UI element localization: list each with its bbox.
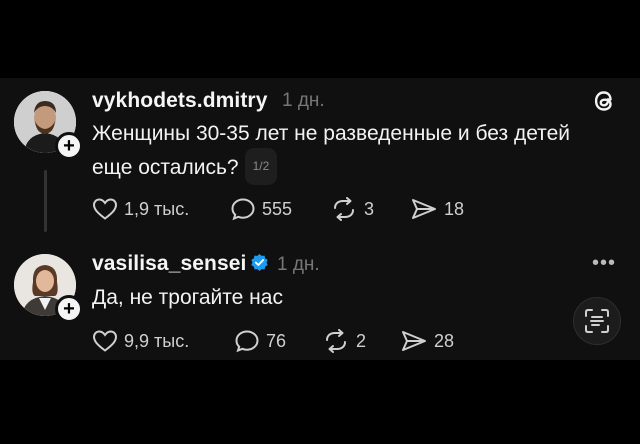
scan-text-icon: [585, 309, 609, 333]
post-text-line-2: еще остались? 1/2: [92, 148, 278, 187]
threads-logo-icon[interactable]: [591, 87, 617, 115]
post-text-line-1: Да, не трогайте нас: [92, 286, 283, 309]
repost-button[interactable]: 3: [330, 197, 374, 221]
repost-count: 2: [356, 330, 367, 351]
repost-count: 3: [364, 198, 375, 219]
post-text-line-2-content: еще остались?: [92, 156, 239, 180]
like-count: 1,9 тыс.: [124, 198, 190, 219]
like-count: 9,9 тыс.: [124, 330, 190, 351]
comment-count: 555: [262, 198, 293, 219]
post-time: 1 дн.: [282, 90, 325, 111]
comment-count: 76: [266, 330, 287, 351]
share-count: 28: [434, 330, 455, 351]
share-count: 18: [444, 198, 465, 219]
thread-connector-line: [44, 170, 47, 232]
send-icon: [412, 199, 436, 219]
scan-text-button[interactable]: [573, 297, 621, 345]
username[interactable]: vykhodets.dmitry: [92, 89, 268, 113]
follow-plus-button[interactable]: +: [55, 295, 83, 323]
comment-bubble-icon: [231, 198, 255, 221]
follow-plus-button[interactable]: +: [55, 132, 83, 160]
comment-button[interactable]: 76: [234, 329, 286, 353]
username-text: vasilisa_sensei: [92, 252, 247, 275]
comment-button[interactable]: 555: [230, 197, 292, 221]
comment-bubble-icon: [235, 330, 259, 353]
share-button[interactable]: 28: [400, 329, 454, 353]
heart-icon: [92, 198, 118, 220]
share-button[interactable]: 18: [410, 197, 464, 221]
send-icon: [402, 331, 426, 351]
like-button[interactable]: 1,9 тыс.: [92, 197, 189, 221]
page-indicator: 1/2: [244, 148, 278, 185]
verified-badge-icon: [251, 253, 269, 272]
more-options-icon[interactable]: •••: [592, 252, 616, 275]
heart-icon: [92, 330, 118, 352]
repost-icon: [334, 197, 354, 221]
like-button[interactable]: 9,9 тыс.: [92, 329, 189, 353]
repost-icon: [326, 329, 346, 353]
repost-button[interactable]: 2: [322, 329, 366, 353]
post-time: 1 дн.: [277, 254, 320, 275]
post-text-line-1: Женщины 30-35 лет не разведенные и без д…: [92, 122, 570, 145]
username[interactable]: vasilisa_sensei: [92, 252, 269, 276]
